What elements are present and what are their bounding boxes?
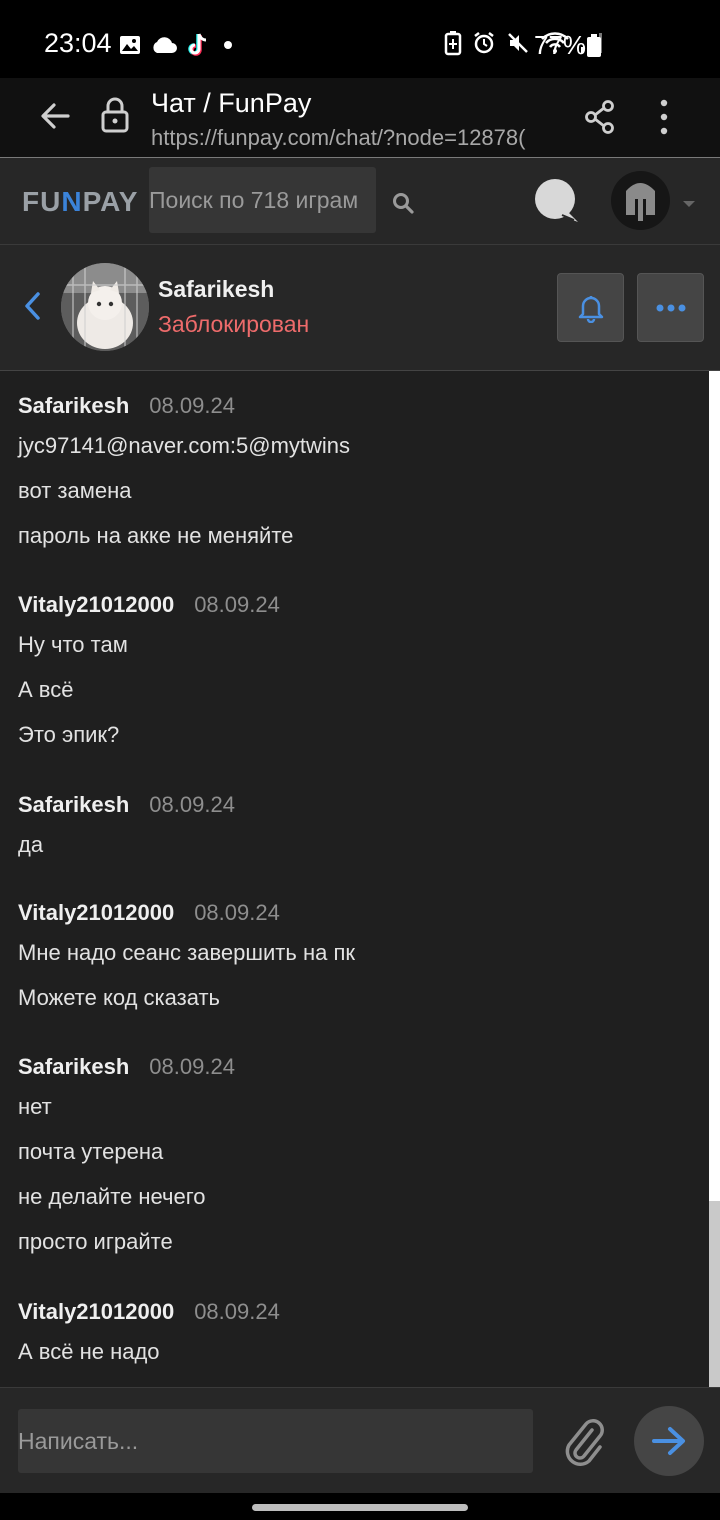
back-arrow-icon[interactable] [38,98,74,139]
status-bar: 23:04 77% [0,0,720,78]
dot-icon [218,35,238,60]
message-text: А всё не надо [18,1339,160,1364]
more-horizontal-icon [656,304,685,311]
message-text: jyc97141@naver.com:5@mytwins [18,433,351,458]
scrollbar-track[interactable] [709,371,720,1201]
message-text: Можете код сказать [18,985,221,1010]
lock-icon[interactable] [100,96,130,139]
message-group: Vitaly21012000 08.09.24 А всё не надо [18,1298,698,1365]
contact-name[interactable]: Safarikesh [158,276,274,303]
logo-text-left: FU [22,186,62,217]
battery-saver-icon [444,30,462,61]
message-date: 08.09.24 [194,592,280,617]
message-text: пароль на акке не меняйте [18,523,294,548]
message-group: Vitaly21012000 08.09.24 Ну что там А всё … [18,591,698,748]
browser-toolbar: Чат / FunPay https://funpay.com/chat/?no… [0,78,720,158]
funpay-logo[interactable]: FU N PAY [22,182,139,222]
scrollbar-thumb[interactable] [709,1201,720,1387]
message-composer [0,1387,720,1493]
message-text: вот замена [18,478,132,503]
alarm-icon [472,31,496,60]
message-text: Ну что там [18,632,128,657]
message-text: А всё [18,677,74,702]
message-list[interactable]: Safarikesh 08.09.24 jyc97141@naver.com:5@… [0,371,720,1387]
paperclip-icon[interactable] [562,1416,606,1471]
arrow-right-icon [652,1427,685,1455]
page-title: Чат / FunPay [151,88,312,118]
search-icon[interactable] [392,192,414,219]
message-author[interactable]: Safarikesh [18,392,129,419]
status-time: 23:04 [44,28,112,58]
contact-avatar[interactable] [61,263,149,351]
message-group: Safarikesh 08.09.24 нет почта утерена не … [18,1053,698,1255]
message-author[interactable]: Vitaly21012000 [18,1298,174,1325]
message-group: Vitaly21012000 08.09.24 Мне надо сеанс за… [18,899,698,1011]
search-input[interactable]: Поиск по 718 играм [149,167,376,233]
message-text: да [18,832,44,857]
bell-icon [578,295,603,323]
more-vertical-icon[interactable] [650,98,678,141]
chat-header: Safarikesh Заблокирован [0,245,720,371]
scrollbar[interactable] [709,371,720,1387]
gallery-icon [118,33,142,62]
battery-percent: 77% [534,30,587,60]
share-icon[interactable] [584,100,616,139]
logo-text-right: PAY [82,186,139,217]
message-input[interactable] [18,1409,533,1473]
message-text: нет [18,1094,52,1119]
message-author[interactable]: Safarikesh [18,791,129,818]
message-text: Это эпик? [18,722,120,747]
send-button[interactable] [634,1406,704,1476]
message-author[interactable]: Vitaly21012000 [18,591,174,618]
message-author[interactable]: Vitaly21012000 [18,899,174,926]
contact-status: Заблокирован [158,311,310,337]
notifications-button[interactable] [557,273,624,342]
site-header: FU N PAY Поиск по 718 играм [0,158,720,245]
more-options-button[interactable] [637,273,704,342]
message-text: Мне надо сеанс завершить на пк [18,940,355,965]
message-text: просто играйте [18,1229,173,1254]
url-text[interactable]: https://funpay.com/chat/?node=12878( [151,125,557,151]
message-date: 08.09.24 [194,900,280,925]
message-date: 08.09.24 [149,393,235,418]
logo-text-mid: N [61,186,83,217]
message-text: почта утерена [18,1139,164,1164]
cloud-icon [150,34,178,61]
message-date: 08.09.24 [149,1054,235,1079]
message-group: Safarikesh 08.09.24 да [18,791,698,858]
chat-bubble-icon[interactable] [534,178,580,229]
search-placeholder: Поиск по 718 играм [149,187,359,213]
chevron-left-icon[interactable] [22,290,42,327]
message-author[interactable]: Safarikesh [18,1053,129,1080]
battery-icon [586,34,602,63]
message-group: Safarikesh 08.09.24 jyc97141@naver.com:5@… [18,392,698,549]
chevron-down-icon[interactable] [682,196,696,214]
tiktok-icon [186,32,210,63]
cat-photo [61,263,149,351]
user-avatar[interactable] [611,171,670,230]
system-nav-bar [0,1493,720,1520]
helmet-icon [626,183,655,221]
mute-icon [506,31,530,60]
message-text: не делайте нечего [18,1184,206,1209]
status-left-icons [118,32,238,63]
message-date: 08.09.24 [149,792,235,817]
message-date: 08.09.24 [194,1299,280,1324]
home-handle[interactable] [252,1504,468,1511]
